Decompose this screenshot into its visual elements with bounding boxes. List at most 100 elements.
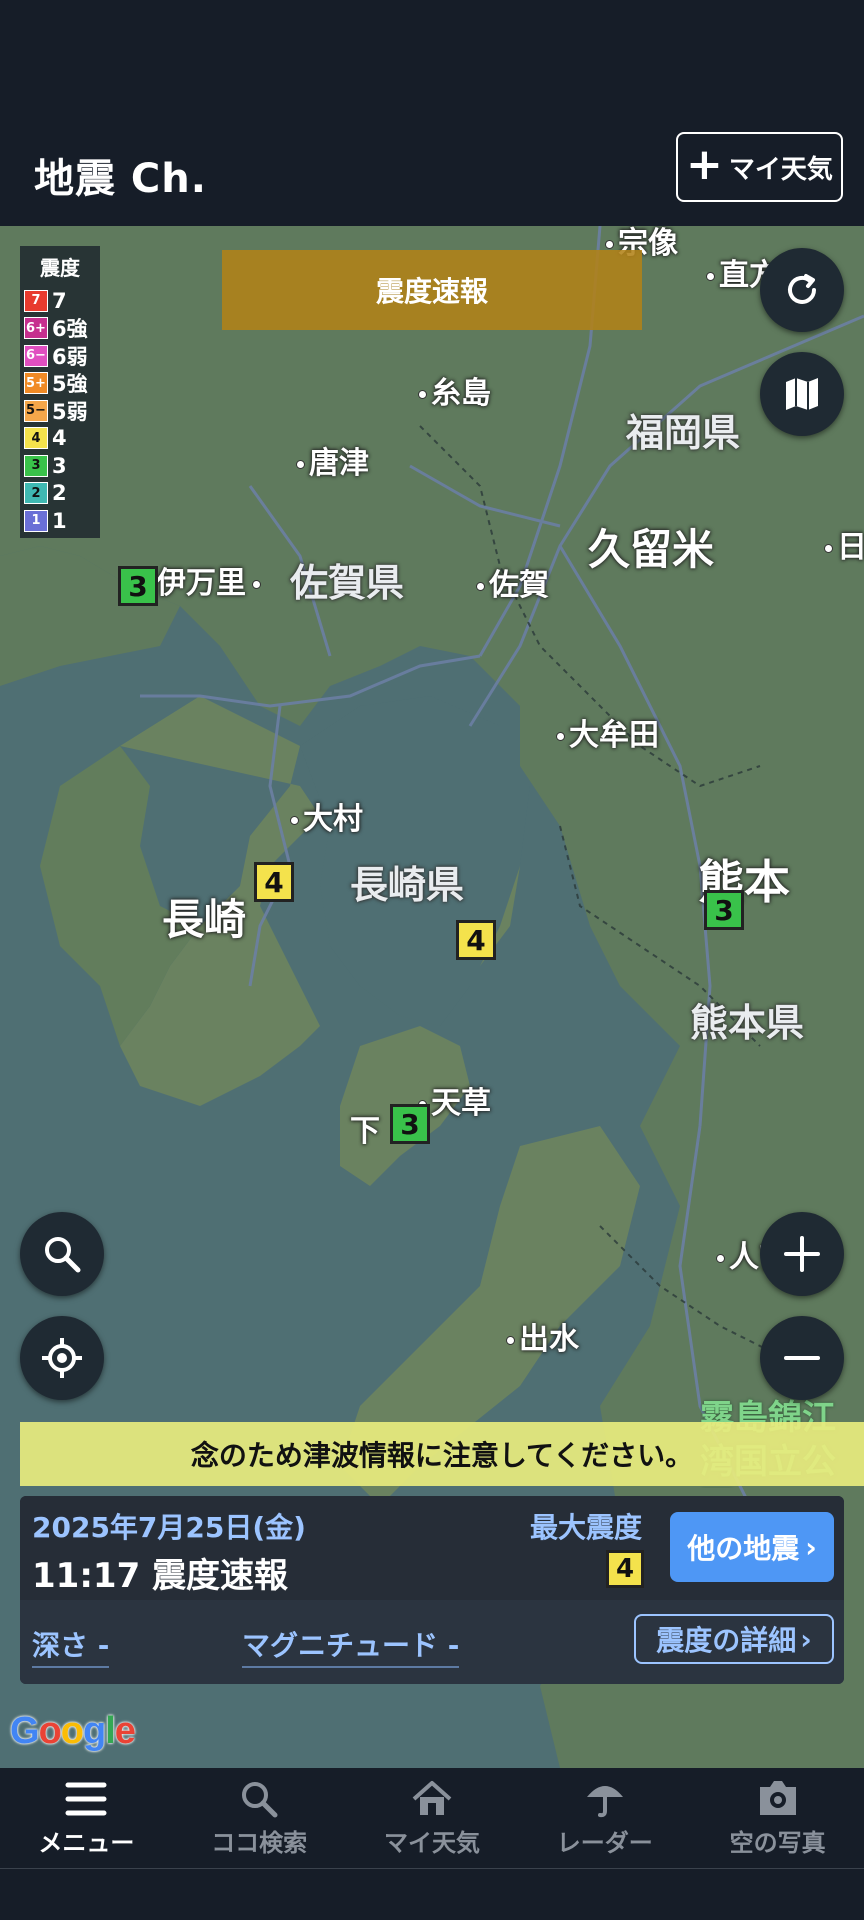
city-dot xyxy=(296,460,305,469)
city-omura: 大村 xyxy=(290,794,363,838)
legend-label: 5弱 xyxy=(52,399,88,424)
city-dot xyxy=(824,544,833,553)
locate-icon xyxy=(42,1338,82,1378)
depth-value[interactable]: 深さ - xyxy=(32,1624,110,1668)
city-label: 日 xyxy=(837,530,864,565)
bottom-navigation: メニュー ココ検索 マイ天気 レーダー 空の写真 xyxy=(0,1768,864,1868)
flash-report-banner: 震度速報 xyxy=(222,250,642,330)
legend-swatch: 7 xyxy=(24,289,48,312)
legend-row: 22 xyxy=(24,480,96,508)
quake-date: 2025年7月25日(金) xyxy=(32,1511,306,1544)
city-dot xyxy=(706,272,715,281)
legend-title: 震度 xyxy=(40,256,80,280)
refresh-icon xyxy=(788,274,816,304)
city-dot xyxy=(252,580,261,589)
intensity-marker-amakusa[interactable]: 3 xyxy=(390,1104,430,1144)
city-hita: 日 xyxy=(824,522,864,566)
intensity-marker-shimabara[interactable]: 4 xyxy=(456,920,496,960)
magnitude-value[interactable]: マグニチュード - xyxy=(242,1624,460,1668)
intensity-marker-kumamoto[interactable]: 3 xyxy=(704,890,744,930)
city-kurume: 久留米 xyxy=(588,516,714,577)
legend-row: 11 xyxy=(24,507,96,535)
city-label: 伊万里 xyxy=(156,566,246,601)
legend-swatch: 1 xyxy=(24,509,48,532)
map-type-button[interactable] xyxy=(760,352,844,436)
city-shimoda: 下 xyxy=(350,1114,380,1149)
nav-search[interactable]: ココ検索 xyxy=(173,1768,346,1868)
city-label: 唐津 xyxy=(309,446,369,481)
max-intensity-badge: 4 xyxy=(606,1550,644,1588)
intensity-marker-imari[interactable]: 3 xyxy=(118,566,158,606)
legend-row: 5+ 5強 xyxy=(24,370,96,398)
city-label: 佐賀 xyxy=(489,568,549,603)
tsunami-notice: 念のため津波情報に注意してください。 xyxy=(20,1422,864,1486)
intensity-detail-button[interactable]: 震度の詳細 › xyxy=(634,1614,834,1664)
quake-details-row: 深さ - マグニチュード - 震度の詳細 › xyxy=(20,1600,844,1684)
city-karatsu: 唐津 xyxy=(296,438,369,482)
nav-menu-label: メニュー xyxy=(38,1828,135,1857)
map-view[interactable]: 宗像 直方 糸島 福岡県 唐津 久留米 日 伊万里 佐賀県 佐賀 大牟田 大村 … xyxy=(0,226,864,1768)
earthquake-info-card: 2025年7月25日(金) 11:17 震度速報 最大震度 4 他の地震 › 深… xyxy=(20,1496,844,1684)
city-imari: 伊万里 xyxy=(156,558,265,602)
page-title: 地震 Ch. xyxy=(34,156,207,202)
city-dot xyxy=(418,390,427,399)
home-icon xyxy=(412,1780,452,1815)
plus-icon xyxy=(784,1236,820,1272)
legend-label: 5強 xyxy=(52,372,88,397)
minus-icon xyxy=(784,1356,820,1360)
search-map-button[interactable] xyxy=(20,1212,104,1296)
pref-fukuoka: 福岡県 xyxy=(626,411,741,455)
nav-sky-photo[interactable]: 空の写真 xyxy=(691,1768,864,1868)
legend-row: 33 xyxy=(24,452,96,480)
pref-saga: 佐賀県 xyxy=(290,561,405,605)
legend-row: 5− 5弱 xyxy=(24,397,96,425)
legend-label: 1 xyxy=(52,508,67,533)
city-itoshima: 糸島 xyxy=(418,368,491,412)
legend-label: 3 xyxy=(52,453,67,478)
legend-label: 6弱 xyxy=(52,344,88,369)
legend-label: 2 xyxy=(52,481,67,506)
pref-kumamoto: 熊本県 xyxy=(690,1001,805,1045)
nav-radar[interactable]: レーダー xyxy=(518,1768,691,1868)
legend-label: 4 xyxy=(52,426,67,451)
legend-swatch: 4 xyxy=(24,427,48,450)
legend-swatch: 6+ xyxy=(24,317,48,340)
legend-swatch: 5− xyxy=(24,399,48,422)
add-my-weather-label: マイ天気 xyxy=(728,154,833,185)
legend-swatch: 6− xyxy=(24,344,48,367)
search-icon xyxy=(45,1237,81,1273)
map-icon xyxy=(786,378,818,410)
legend-swatch: 5+ xyxy=(24,372,48,395)
other-quakes-button[interactable]: 他の地震 › xyxy=(670,1512,834,1582)
refresh-button[interactable] xyxy=(760,248,844,332)
system-nav-bar xyxy=(0,1868,864,1920)
legend-row: 44 xyxy=(24,425,96,453)
status-bar xyxy=(0,0,864,120)
city-omuta: 大牟田 xyxy=(556,710,659,754)
current-location-button[interactable] xyxy=(20,1316,104,1400)
city-dot xyxy=(290,816,299,825)
search-icon xyxy=(242,1781,278,1817)
city-dot xyxy=(506,1336,515,1345)
chevron-right-icon: › xyxy=(805,1530,817,1564)
city-dot xyxy=(556,732,565,741)
nav-menu[interactable]: メニュー xyxy=(0,1768,173,1868)
city-label: 出水 xyxy=(519,1322,579,1357)
city-label: 糸島 xyxy=(431,376,491,411)
umbrella-icon xyxy=(586,1785,623,1817)
legend-label: 7 xyxy=(52,288,67,313)
city-label: 天草 xyxy=(431,1086,491,1121)
city-label: 久留米 xyxy=(588,525,715,574)
intensity-marker-nagasaki[interactable]: 4 xyxy=(254,862,294,902)
add-my-weather-button[interactable]: + マイ天気 xyxy=(676,132,843,202)
city-dot xyxy=(716,1254,725,1263)
zoom-in-button[interactable] xyxy=(760,1212,844,1296)
city-label: 大村 xyxy=(303,802,363,837)
menu-icon xyxy=(65,1782,107,1815)
intensity-detail-label: 震度の詳細 xyxy=(656,1624,797,1657)
nav-radar-label: レーダー xyxy=(556,1828,653,1857)
chevron-right-icon: › xyxy=(800,1622,812,1656)
city-nagasaki: 長崎 xyxy=(162,886,250,947)
nav-my-weather[interactable]: マイ天気 xyxy=(346,1768,519,1868)
zoom-out-button[interactable] xyxy=(760,1316,844,1400)
